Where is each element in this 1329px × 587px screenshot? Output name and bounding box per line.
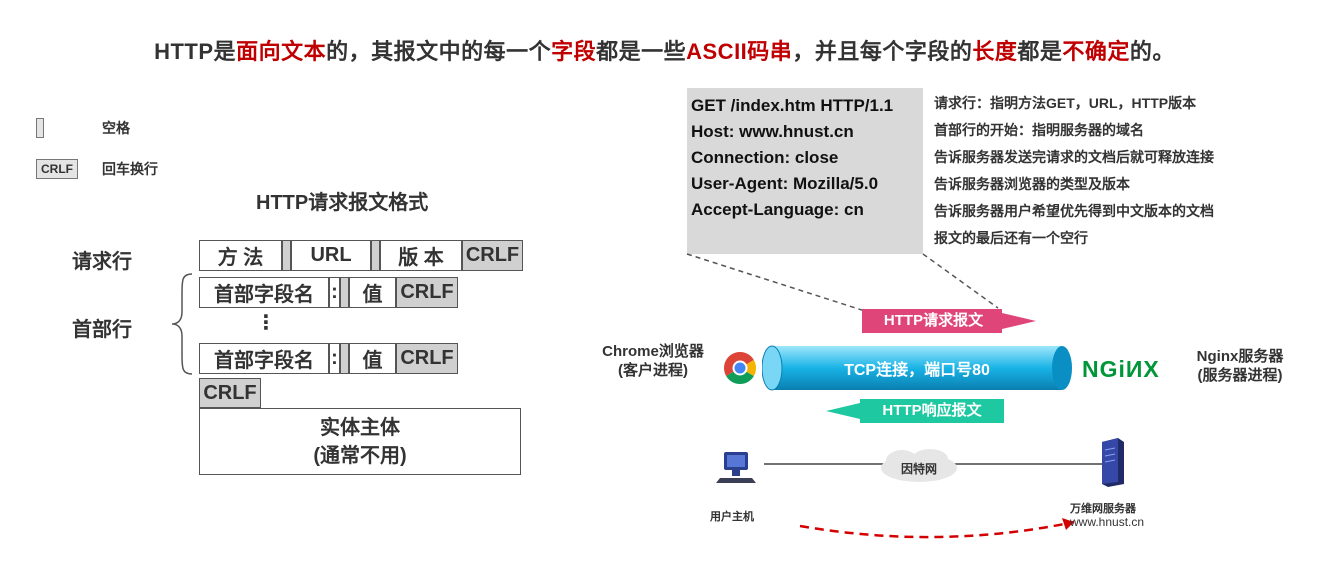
title-highlight: ASCII码串: [686, 39, 793, 64]
client-role: (客户进程): [618, 362, 688, 379]
user-agent-header-text: User-Agent: Mozilla/5.0: [691, 174, 879, 193]
space-cell: [340, 277, 349, 308]
server-role: (服务器进程): [1197, 367, 1283, 384]
space-legend-label: 空格: [102, 120, 130, 136]
nginx-logo: NGiИX: [1082, 356, 1160, 382]
entity-body-note: (通常不用): [313, 444, 407, 467]
blank-line-crlf-cell: CRLF: [199, 378, 261, 408]
title-text: 都是一些: [596, 39, 687, 64]
colon-cell: :: [329, 277, 340, 308]
request-arrow-label: HTTP请求报文: [883, 312, 984, 329]
header-lines-label: 首部行: [72, 319, 132, 341]
internet-label: 因特网: [900, 462, 937, 476]
crlf-symbol: CRLF: [36, 159, 78, 179]
title-highlight: 字段: [551, 39, 597, 64]
response-arrow-label: HTTP响应报文: [882, 402, 982, 419]
tcp-label: TCP连接，端口号80: [844, 362, 990, 379]
client-label: Chrome浏览器 (客户进程): [590, 342, 716, 380]
request-notes: 请求行：指明方法GET，URL，HTTP版本 首部行的开始：指明服务器的域名 告…: [934, 90, 1214, 252]
title-text: 的，其报文中的每一个: [326, 39, 552, 64]
request-example-box: GET /index.htm HTTP/1.1 Host: www.hnust.…: [687, 88, 923, 254]
entity-body-cell: 实体主体 (通常不用): [199, 408, 521, 475]
title-text: 都是: [1017, 39, 1063, 64]
server-name: Nginx服务器: [1196, 348, 1284, 365]
title-text: HTTP是: [154, 39, 237, 64]
web-server-domain: www.hnust.cn: [1070, 515, 1145, 529]
title-highlight: 面向文本: [236, 39, 327, 64]
user-host-label: 用户主机: [710, 511, 754, 523]
header-field-name-cell: 首部字段名: [199, 277, 329, 308]
page-title: HTTP是面向文本的，其报文中的每一个字段都是一些ASCII码串，并且每个字段的…: [0, 34, 1329, 66]
note-user-agent: 告诉服务器浏览器的类型及版本: [934, 176, 1130, 192]
version-cell: 版 本: [380, 240, 462, 271]
note-request-line: 请求行：指明方法GET，URL，HTTP版本: [934, 95, 1197, 111]
title-highlight: 不确定: [1062, 39, 1130, 64]
header-brace-icon: [171, 273, 193, 375]
url-cell: URL: [291, 240, 371, 271]
format-title: HTTP请求报文格式: [256, 192, 429, 214]
host-header-text: Host: www.hnust.cn: [691, 122, 854, 141]
header-ellipsis: ⋮: [256, 312, 276, 334]
web-server-label: 万维网服务器: [1070, 503, 1136, 515]
user-host-icon: [716, 452, 756, 483]
web-server-icon: [1102, 438, 1124, 487]
client-name: Chrome浏览器: [602, 343, 704, 360]
space-cell: [282, 240, 291, 271]
server-label: Nginx服务器 (服务器进程): [1182, 347, 1298, 385]
title-text: ，并且每个字段的: [792, 39, 973, 64]
request-line-label: 请求行: [72, 251, 132, 273]
header-value-cell: 值: [349, 343, 396, 374]
entity-body-label: 实体主体: [320, 416, 400, 439]
connection-header-text: Connection: close: [691, 148, 839, 167]
crlf-legend-label: 回车换行: [102, 161, 158, 177]
space-symbol: [36, 118, 44, 138]
colon-cell: :: [329, 343, 340, 374]
title-text: 的。: [1129, 39, 1175, 64]
title-highlight: 长度: [972, 39, 1018, 64]
crlf-cell: CRLF: [462, 240, 523, 271]
request-line-text: GET /index.htm HTTP/1.1: [691, 96, 894, 115]
space-cell: [371, 240, 380, 271]
note-header-start: 首部行的开始：指明服务器的域名: [934, 122, 1144, 138]
note-accept-language: 告诉服务器用户希望优先得到中文版本的文档: [934, 203, 1214, 219]
method-cell: 方 法: [199, 240, 282, 271]
chrome-icon: [723, 352, 757, 385]
space-cell: [340, 343, 349, 374]
accept-language-header-text: Accept-Language: cn: [691, 200, 864, 219]
header-value-cell: 值: [349, 277, 396, 308]
crlf-cell: CRLF: [396, 277, 458, 308]
note-blank-line: 报文的最后还有一个空行: [934, 230, 1088, 246]
crlf-cell: CRLF: [396, 343, 458, 374]
header-field-name-cell: 首部字段名: [199, 343, 329, 374]
note-connection: 告诉服务器发送完请求的文档后就可释放连接: [934, 149, 1214, 165]
